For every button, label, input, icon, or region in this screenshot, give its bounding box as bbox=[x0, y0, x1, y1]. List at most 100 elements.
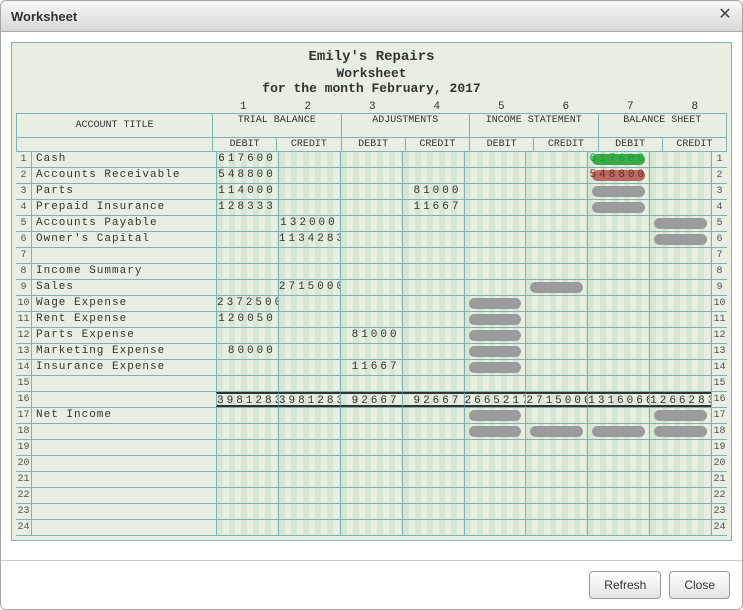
value-cell[interactable] bbox=[525, 456, 587, 471]
value-cell[interactable] bbox=[587, 280, 649, 295]
value-cell[interactable]: 92667 bbox=[402, 392, 464, 407]
value-cell[interactable] bbox=[464, 504, 526, 519]
value-cell[interactable] bbox=[402, 440, 464, 455]
value-cell[interactable]: 120050 bbox=[216, 312, 278, 327]
value-cell[interactable] bbox=[278, 456, 340, 471]
value-cell[interactable] bbox=[402, 424, 464, 439]
value-cell[interactable] bbox=[649, 504, 711, 519]
value-cell[interactable] bbox=[525, 312, 587, 327]
value-cell[interactable] bbox=[278, 312, 340, 327]
value-cell[interactable] bbox=[340, 296, 402, 311]
value-cell[interactable] bbox=[216, 472, 278, 487]
value-cell[interactable] bbox=[216, 440, 278, 455]
value-cell[interactable] bbox=[402, 168, 464, 183]
value-cell[interactable] bbox=[525, 376, 587, 391]
value-cell[interactable]: 2715000 bbox=[525, 392, 587, 407]
value-cell[interactable] bbox=[649, 328, 711, 343]
value-cell[interactable]: 80000 bbox=[216, 344, 278, 359]
value-cell[interactable] bbox=[464, 344, 526, 359]
value-cell[interactable] bbox=[402, 296, 464, 311]
refresh-button[interactable]: Refresh bbox=[589, 571, 661, 599]
value-cell[interactable] bbox=[525, 488, 587, 503]
value-cell[interactable] bbox=[402, 328, 464, 343]
value-cell[interactable] bbox=[464, 456, 526, 471]
value-cell[interactable] bbox=[402, 232, 464, 247]
value-cell[interactable] bbox=[340, 488, 402, 503]
value-cell[interactable] bbox=[464, 440, 526, 455]
value-cell[interactable] bbox=[278, 504, 340, 519]
value-cell[interactable] bbox=[587, 456, 649, 471]
value-cell[interactable] bbox=[216, 504, 278, 519]
value-cell[interactable] bbox=[340, 376, 402, 391]
value-cell[interactable] bbox=[587, 504, 649, 519]
value-cell[interactable] bbox=[402, 376, 464, 391]
value-cell[interactable] bbox=[649, 312, 711, 327]
value-cell[interactable] bbox=[278, 424, 340, 439]
value-cell[interactable]: 2665217 bbox=[464, 392, 526, 407]
value-cell[interactable] bbox=[402, 456, 464, 471]
value-cell[interactable] bbox=[402, 216, 464, 231]
value-cell[interactable] bbox=[649, 344, 711, 359]
value-cell[interactable] bbox=[464, 360, 526, 375]
value-cell[interactable] bbox=[278, 328, 340, 343]
value-cell[interactable] bbox=[525, 360, 587, 375]
value-cell[interactable] bbox=[402, 488, 464, 503]
value-cell[interactable] bbox=[464, 216, 526, 231]
value-cell[interactable] bbox=[525, 232, 587, 247]
value-cell[interactable]: 548800 bbox=[587, 168, 649, 183]
value-cell[interactable]: 92667 bbox=[340, 392, 402, 407]
value-cell[interactable] bbox=[464, 312, 526, 327]
close-icon[interactable]: ✕ bbox=[716, 6, 734, 24]
value-cell[interactable]: 617600 bbox=[587, 152, 649, 167]
value-cell[interactable] bbox=[649, 360, 711, 375]
value-cell[interactable] bbox=[464, 488, 526, 503]
value-cell[interactable] bbox=[278, 200, 340, 215]
value-cell[interactable] bbox=[587, 264, 649, 279]
value-cell[interactable] bbox=[278, 408, 340, 423]
value-cell[interactable] bbox=[464, 168, 526, 183]
value-cell[interactable] bbox=[649, 440, 711, 455]
value-cell[interactable] bbox=[464, 184, 526, 199]
value-cell[interactable] bbox=[649, 200, 711, 215]
value-cell[interactable]: 11667 bbox=[340, 360, 402, 375]
value-cell[interactable]: 617600 bbox=[216, 152, 278, 167]
value-cell[interactable] bbox=[649, 232, 711, 247]
value-cell[interactable] bbox=[340, 472, 402, 487]
value-cell[interactable] bbox=[525, 248, 587, 263]
value-cell[interactable] bbox=[278, 488, 340, 503]
value-cell[interactable] bbox=[340, 312, 402, 327]
value-cell[interactable]: 2372500 bbox=[216, 296, 278, 311]
value-cell[interactable] bbox=[216, 360, 278, 375]
value-cell[interactable] bbox=[340, 264, 402, 279]
value-cell[interactable] bbox=[649, 280, 711, 295]
value-cell[interactable] bbox=[278, 360, 340, 375]
value-cell[interactable] bbox=[216, 520, 278, 535]
value-cell[interactable] bbox=[464, 408, 526, 423]
value-cell[interactable] bbox=[216, 328, 278, 343]
value-cell[interactable] bbox=[340, 520, 402, 535]
value-cell[interactable] bbox=[216, 280, 278, 295]
value-cell[interactable] bbox=[587, 296, 649, 311]
value-cell[interactable] bbox=[587, 424, 649, 439]
value-cell[interactable] bbox=[278, 264, 340, 279]
value-cell[interactable] bbox=[216, 232, 278, 247]
value-cell[interactable] bbox=[587, 216, 649, 231]
value-cell[interactable] bbox=[464, 520, 526, 535]
value-cell[interactable] bbox=[278, 296, 340, 311]
value-cell[interactable]: 132000 bbox=[278, 216, 340, 231]
value-cell[interactable] bbox=[402, 264, 464, 279]
value-cell[interactable] bbox=[649, 456, 711, 471]
value-cell[interactable] bbox=[649, 376, 711, 391]
value-cell[interactable] bbox=[649, 520, 711, 535]
value-cell[interactable] bbox=[402, 360, 464, 375]
value-cell[interactable] bbox=[649, 472, 711, 487]
value-cell[interactable] bbox=[402, 520, 464, 535]
value-cell[interactable]: 81000 bbox=[340, 328, 402, 343]
value-cell[interactable] bbox=[525, 328, 587, 343]
value-cell[interactable] bbox=[216, 408, 278, 423]
value-cell[interactable] bbox=[525, 296, 587, 311]
value-cell[interactable] bbox=[464, 280, 526, 295]
value-cell[interactable] bbox=[587, 312, 649, 327]
value-cell[interactable] bbox=[587, 408, 649, 423]
value-cell[interactable] bbox=[278, 440, 340, 455]
